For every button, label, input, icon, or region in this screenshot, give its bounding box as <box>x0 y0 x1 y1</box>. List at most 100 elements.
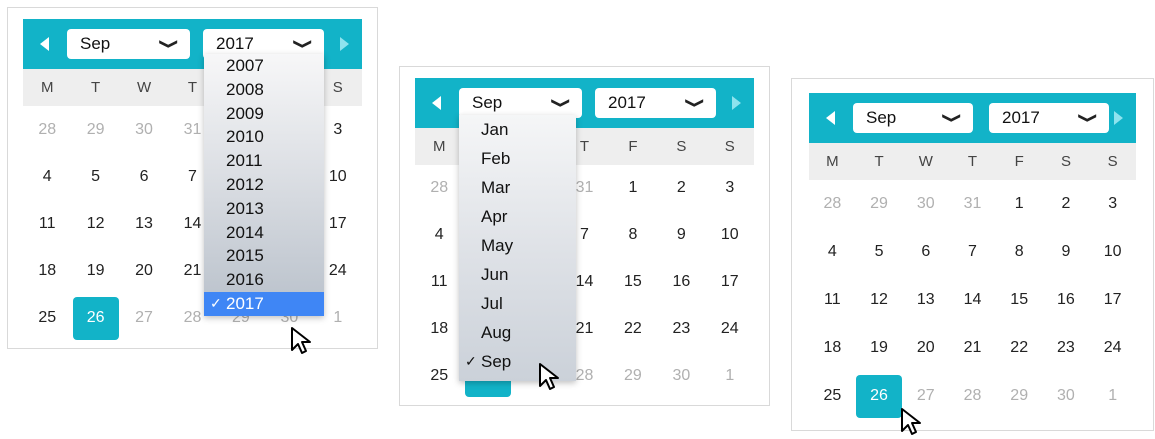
day-cell[interactable]: 22 <box>996 324 1043 372</box>
day-cell[interactable]: 25 <box>415 352 463 399</box>
day-cell[interactable]: 12 <box>856 276 903 324</box>
next-month-icon[interactable] <box>340 37 349 51</box>
day-cell[interactable]: 1 <box>996 180 1043 228</box>
day-cell-today[interactable]: 26 <box>856 372 903 420</box>
day-cell[interactable]: 9 <box>1043 228 1090 276</box>
year-option[interactable]: ✓ 2017 <box>204 291 324 316</box>
month-select[interactable]: Sep ❯ <box>67 29 190 59</box>
day-cell[interactable]: 3 <box>1089 180 1136 228</box>
year-option[interactable]: 2015 <box>204 244 324 268</box>
day-cell[interactable]: 17 <box>706 259 754 306</box>
day-cell[interactable]: 2 <box>657 165 705 212</box>
day-cell[interactable]: 29 <box>609 352 657 399</box>
day-cell[interactable]: 1 <box>706 352 754 399</box>
day-cell[interactable]: 2 <box>1043 180 1090 228</box>
year-option[interactable]: 2013 <box>204 197 324 221</box>
day-cell[interactable]: 24 <box>1089 324 1136 372</box>
day-cell[interactable]: 15 <box>996 276 1043 324</box>
month-option[interactable]: Aug <box>459 318 576 347</box>
next-month-icon[interactable] <box>1114 111 1123 125</box>
day-cell[interactable]: 29 <box>71 106 119 153</box>
month-option[interactable]: Jun <box>459 260 576 289</box>
day-cell[interactable]: 11 <box>23 200 71 247</box>
day-cell[interactable]: 19 <box>856 324 903 372</box>
day-cell[interactable]: 15 <box>609 259 657 306</box>
day-cell[interactable]: 25 <box>23 295 71 342</box>
day-cell[interactable]: 13 <box>902 276 949 324</box>
day-cell[interactable]: 18 <box>415 305 463 352</box>
prev-month-icon[interactable] <box>826 111 835 125</box>
day-cell[interactable]: 4 <box>23 153 71 200</box>
day-cell[interactable]: 10 <box>1089 228 1136 276</box>
day-cell[interactable]: 18 <box>23 248 71 295</box>
day-cell[interactable]: 22 <box>609 305 657 352</box>
day-cell[interactable]: 30 <box>902 180 949 228</box>
month-option[interactable]: Jan <box>459 115 576 144</box>
month-select[interactable]: Sep ❯ <box>459 88 582 118</box>
day-cell[interactable]: 30 <box>1043 372 1090 420</box>
day-cell[interactable]: 6 <box>120 153 168 200</box>
day-cell[interactable]: 20 <box>120 248 168 295</box>
day-cell[interactable]: 11 <box>415 259 463 306</box>
day-cell[interactable]: 28 <box>415 165 463 212</box>
day-cell[interactable]: 9 <box>657 212 705 259</box>
day-cell[interactable]: 25 <box>809 372 856 420</box>
day-cell[interactable]: 6 <box>902 228 949 276</box>
day-cell[interactable]: 14 <box>949 276 996 324</box>
day-cell[interactable]: 12 <box>71 200 119 247</box>
month-option[interactable]: May <box>459 231 576 260</box>
day-cell[interactable]: 29 <box>996 372 1043 420</box>
year-option[interactable]: 2010 <box>204 125 324 149</box>
month-option[interactable]: Apr <box>459 202 576 231</box>
day-cell[interactable]: 3 <box>706 165 754 212</box>
day-cell[interactable]: 10 <box>706 212 754 259</box>
year-option[interactable]: 2007 <box>204 54 324 78</box>
day-cell[interactable]: 18 <box>809 324 856 372</box>
day-cell[interactable]: 28 <box>949 372 996 420</box>
day-cell[interactable]: 30 <box>120 106 168 153</box>
month-select[interactable]: Sep ❯ <box>853 103 973 133</box>
year-option[interactable]: 2008 <box>204 78 324 102</box>
next-month-icon[interactable] <box>732 96 741 110</box>
day-cell[interactable]: 4 <box>415 212 463 259</box>
day-cell[interactable]: 24 <box>706 305 754 352</box>
year-option[interactable]: 2012 <box>204 173 324 197</box>
day-cell[interactable]: 30 <box>657 352 705 399</box>
day-cell[interactable]: 28 <box>23 106 71 153</box>
day-cell[interactable]: 31 <box>949 180 996 228</box>
day-cell-today[interactable]: 26 <box>71 295 119 342</box>
day-cell[interactable]: 28 <box>809 180 856 228</box>
day-cell[interactable]: 8 <box>609 212 657 259</box>
day-cell[interactable]: 16 <box>1043 276 1090 324</box>
day-cell[interactable]: 19 <box>71 248 119 295</box>
day-cell[interactable]: 7 <box>949 228 996 276</box>
day-cell[interactable]: 8 <box>996 228 1043 276</box>
month-option[interactable]: Mar <box>459 173 576 202</box>
day-cell[interactable]: 23 <box>657 305 705 352</box>
year-select[interactable]: 2017 ❯ <box>989 103 1109 133</box>
day-cell[interactable]: 16 <box>657 259 705 306</box>
year-option[interactable]: 2014 <box>204 221 324 245</box>
day-cell[interactable]: 13 <box>120 200 168 247</box>
day-cell[interactable]: 5 <box>71 153 119 200</box>
year-select[interactable]: 2017 ❯ <box>595 88 716 118</box>
day-cell[interactable]: 1 <box>609 165 657 212</box>
day-cell[interactable]: 27 <box>120 295 168 342</box>
day-cell[interactable]: 17 <box>1089 276 1136 324</box>
day-cell[interactable]: 23 <box>1043 324 1090 372</box>
year-option[interactable]: 2009 <box>204 102 324 126</box>
day-cell[interactable]: 21 <box>949 324 996 372</box>
day-cell[interactable]: 5 <box>856 228 903 276</box>
day-number: 30 <box>672 366 691 384</box>
day-cell[interactable]: 29 <box>856 180 903 228</box>
year-option[interactable]: 2016 <box>204 268 324 292</box>
prev-month-icon[interactable] <box>432 96 441 110</box>
prev-month-icon[interactable] <box>40 37 49 51</box>
day-cell[interactable]: 20 <box>902 324 949 372</box>
month-option[interactable]: Feb <box>459 144 576 173</box>
day-cell[interactable]: 1 <box>1089 372 1136 420</box>
day-cell[interactable]: 11 <box>809 276 856 324</box>
year-option[interactable]: 2011 <box>204 149 324 173</box>
month-option[interactable]: Jul <box>459 289 576 318</box>
day-cell[interactable]: 4 <box>809 228 856 276</box>
